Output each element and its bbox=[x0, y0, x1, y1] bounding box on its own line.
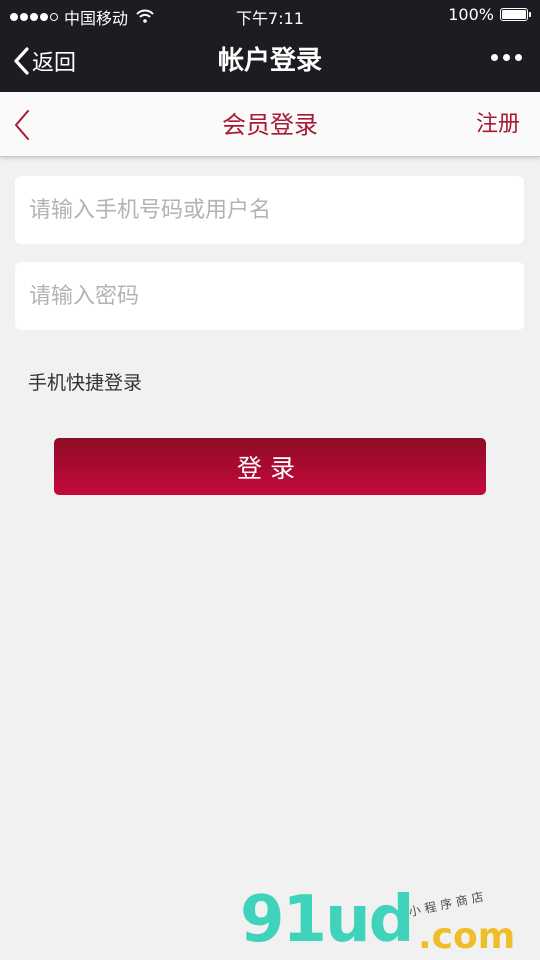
username-input[interactable] bbox=[15, 176, 524, 244]
password-input[interactable] bbox=[15, 262, 524, 330]
watermark-suffix: .com bbox=[418, 916, 516, 957]
status-right: 100% bbox=[448, 5, 531, 24]
password-field-box bbox=[15, 262, 524, 330]
wechat-nav-bar: 返回 帐户登录 bbox=[0, 30, 540, 92]
battery-level bbox=[502, 10, 526, 19]
login-button[interactable]: 登录 bbox=[54, 438, 486, 495]
battery-percent: 100% bbox=[448, 5, 494, 24]
watermark-logo: 91ud 小程序商店 .com bbox=[240, 885, 540, 960]
page-header: 会员登录 注册 bbox=[0, 92, 540, 157]
page-title: 会员登录 bbox=[222, 111, 318, 139]
more-icon[interactable] bbox=[491, 54, 522, 61]
watermark-main: 91ud bbox=[240, 883, 414, 957]
wechat-title: 帐户登录 bbox=[217, 46, 322, 76]
battery-icon bbox=[500, 8, 531, 21]
status-bar: 中国移动 下午7:11 100% bbox=[0, 0, 540, 30]
register-link[interactable]: 注册 bbox=[476, 106, 520, 138]
quick-login-link[interactable]: 手机快捷登录 bbox=[28, 368, 142, 395]
username-field-box bbox=[15, 176, 524, 244]
